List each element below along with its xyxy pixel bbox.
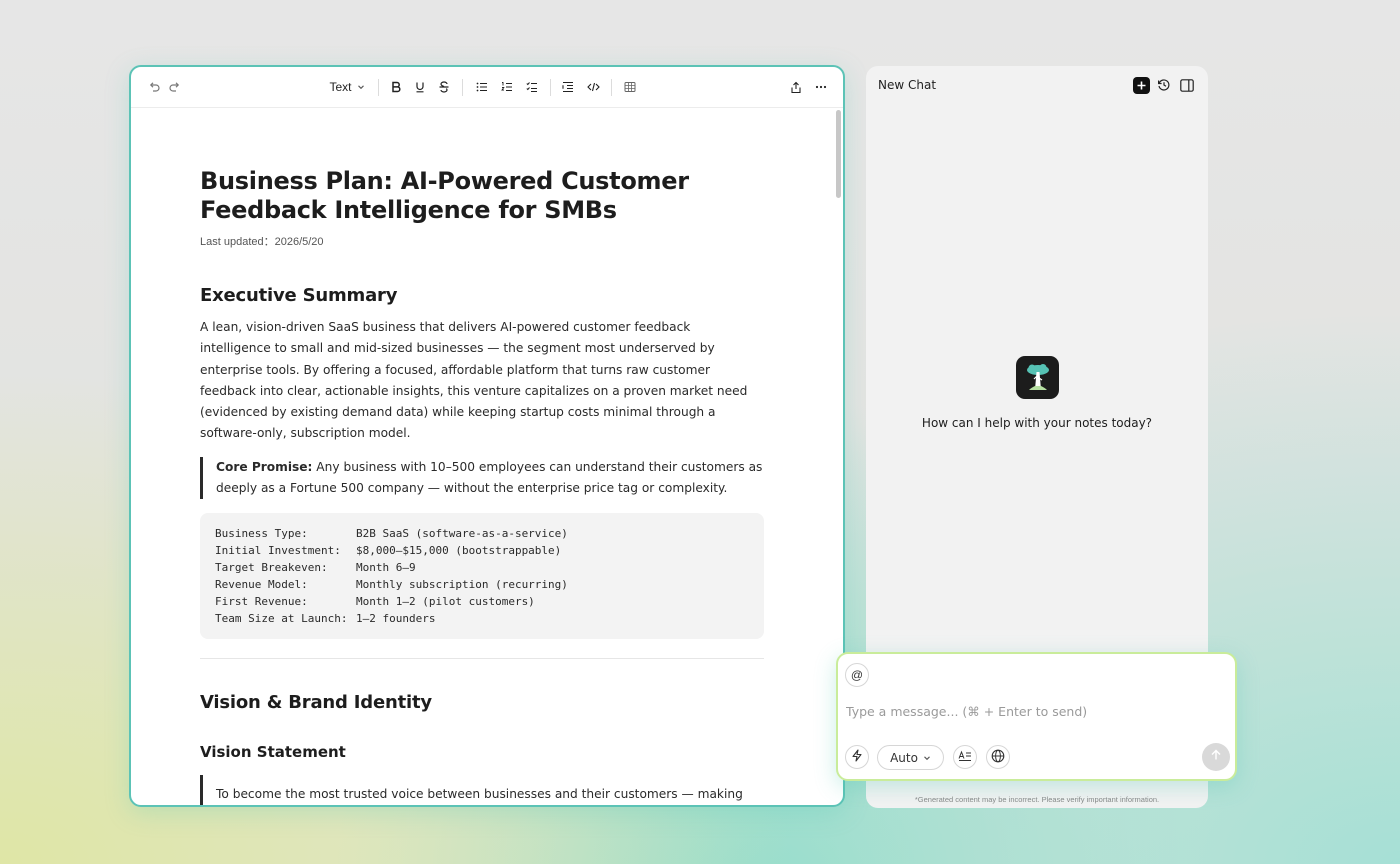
app-window: Text Business Plan: AI-Powered Customer … <box>0 0 1400 864</box>
toolbar-divider <box>462 79 463 96</box>
core-promise-paragraph: Core Promise: Any business with 10–500 e… <box>216 457 764 500</box>
text-format-icon <box>958 750 972 765</box>
checklist-icon[interactable] <box>525 78 539 96</box>
indent-icon[interactable] <box>561 78 575 96</box>
message-input[interactable] <box>846 704 1186 719</box>
strikethrough-icon[interactable] <box>437 78 451 96</box>
text-style-dropdown[interactable]: Text <box>327 78 367 96</box>
toolbar-divider <box>611 79 612 96</box>
facts-row: Target Breakeven: Month 6–9 <box>215 559 749 576</box>
core-promise-label: Core Promise: <box>216 459 313 474</box>
lightning-icon <box>851 749 863 765</box>
fact-value: Monthly subscription (recurring) <box>356 578 568 592</box>
document-title: Business Plan: AI-Powered Customer Feedb… <box>200 167 689 224</box>
fact-key: Target Breakeven: <box>215 561 328 575</box>
executive-summary-heading: Executive Summary <box>200 285 398 306</box>
facts-row: Team Size at Launch: 1–2 founders <box>215 610 749 627</box>
fact-key: First Revenue: <box>215 595 308 609</box>
numbered-list-icon[interactable] <box>500 78 514 96</box>
arrow-up-icon <box>1210 748 1222 766</box>
toolbar-divider <box>550 79 551 96</box>
web-search-button[interactable] <box>986 745 1010 769</box>
table-icon[interactable] <box>623 78 637 96</box>
vision-quote-text: To become the most trusted voice between… <box>216 787 743 802</box>
editor-scrollbar[interactable] <box>836 110 841 198</box>
bold-icon[interactable] <box>389 78 403 96</box>
history-icon[interactable] <box>1155 76 1173 94</box>
fact-key: Revenue Model: <box>215 578 308 592</box>
app-logo <box>1016 356 1059 399</box>
redo-icon[interactable] <box>168 78 182 96</box>
facts-row: First Revenue: Month 1–2 (pilot customers… <box>215 593 749 610</box>
share-icon[interactable] <box>789 78 803 96</box>
chat-greeting: How can I help with your notes today? <box>921 416 1153 430</box>
chevron-down-icon <box>357 83 365 91</box>
last-updated-text: Last updated：2026/5/20 <box>200 236 324 248</box>
fact-value: $8,000–$15,000 (bootstrappable) <box>356 544 562 558</box>
send-button[interactable] <box>1202 743 1230 771</box>
model-selector[interactable]: Auto <box>877 745 944 770</box>
executive-summary-paragraph: A lean, vision-driven SaaS business that… <box>200 320 748 441</box>
quick-actions-button[interactable] <box>845 745 869 769</box>
facts-row: Business Type: B2B SaaS (software-as-a-se… <box>215 525 749 542</box>
fact-key: Initial Investment: <box>215 544 341 558</box>
fact-key: Business Type: <box>215 527 308 541</box>
chat-title: New Chat <box>878 78 937 92</box>
chevron-down-icon <box>923 751 931 765</box>
document-content[interactable]: Business Plan: AI-Powered Customer Feedb… <box>200 167 764 805</box>
note-editor: Text Business Plan: AI-Powered Customer … <box>129 65 845 807</box>
text-format-button[interactable] <box>953 745 977 769</box>
vision-quote: To become the most trusted voice between… <box>200 775 764 805</box>
code-icon[interactable] <box>586 78 600 96</box>
core-promise-quote: Core Promise: Any business with 10–500 e… <box>200 456 764 500</box>
more-options-icon[interactable] <box>814 78 828 96</box>
toolbar-divider <box>378 79 379 96</box>
facts-row: Initial Investment: $8,000–$15,000 (boots… <box>215 542 749 559</box>
section-divider <box>200 658 764 660</box>
facts-row: Revenue Model: Monthly subscription (recu… <box>215 576 749 593</box>
underline-icon[interactable] <box>413 78 427 96</box>
text-style-label: Text <box>329 80 352 94</box>
toggle-sidebar-icon[interactable] <box>1178 76 1196 94</box>
vision-brand-heading: Vision & Brand Identity <box>200 692 432 714</box>
globe-icon <box>991 749 1005 766</box>
chat-composer: @ Auto <box>836 652 1237 781</box>
facts-code-block: Business Type: B2B SaaS (software-as-a-se… <box>200 513 764 640</box>
at-sign-icon: @ <box>850 668 864 682</box>
vision-statement-heading: Vision Statement <box>200 743 346 762</box>
editor-toolbar: Text <box>131 67 843 108</box>
fact-value: Month 6–9 <box>356 561 416 575</box>
mention-button[interactable]: @ <box>845 663 869 687</box>
fact-key: Team Size at Launch: <box>215 612 348 626</box>
new-chat-icon[interactable] <box>1132 76 1150 94</box>
fact-value: 1–2 founders <box>356 612 436 626</box>
bullet-list-icon[interactable] <box>475 78 489 96</box>
disclaimer-text: *Generated content may be incorrect. Ple… <box>914 795 1160 804</box>
undo-icon[interactable] <box>147 78 161 96</box>
fact-value: Month 1–2 (pilot customers) <box>356 595 535 609</box>
fact-value: B2B SaaS (software-as-a-service) <box>356 527 568 541</box>
model-selected-label: Auto <box>890 750 918 765</box>
